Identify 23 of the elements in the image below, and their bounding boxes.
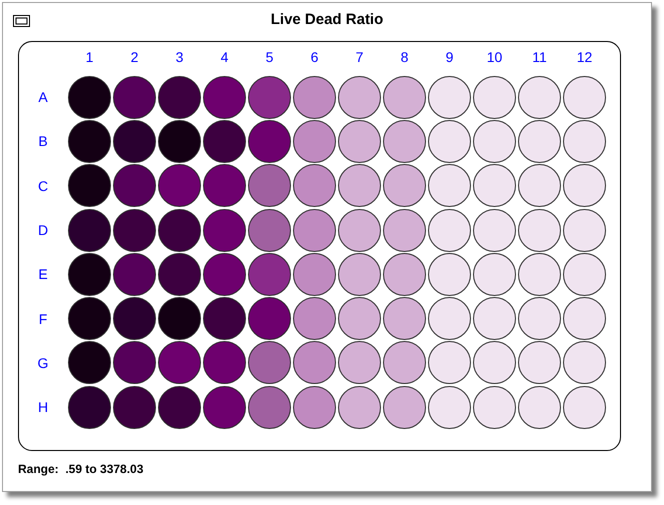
range-label: Range: .59 to 3378.03 [18, 461, 144, 478]
column-label: 3 [176, 50, 184, 64]
row-label: H [38, 400, 48, 414]
row-label: B [38, 134, 48, 148]
row-label: A [38, 90, 48, 104]
column-label: 12 [576, 50, 592, 64]
column-label: 1 [86, 50, 94, 64]
row-label: E [38, 267, 48, 282]
row-label: F [38, 312, 48, 326]
row-label: D [38, 223, 48, 238]
row-label: C [38, 178, 48, 193]
column-label: 9 [446, 50, 454, 64]
window-icon[interactable] [13, 15, 30, 27]
column-label: 8 [400, 50, 408, 64]
row-label: G [38, 356, 48, 370]
column-label: 7 [356, 50, 364, 64]
column-label: 4 [220, 50, 228, 64]
column-label: 5 [266, 50, 274, 64]
window-title: Live Dead Ratio [270, 12, 384, 27]
column-label: 2 [130, 50, 138, 64]
column-label: 6 [310, 50, 318, 64]
column-label: 10 [486, 50, 502, 64]
column-label: 11 [532, 50, 547, 64]
